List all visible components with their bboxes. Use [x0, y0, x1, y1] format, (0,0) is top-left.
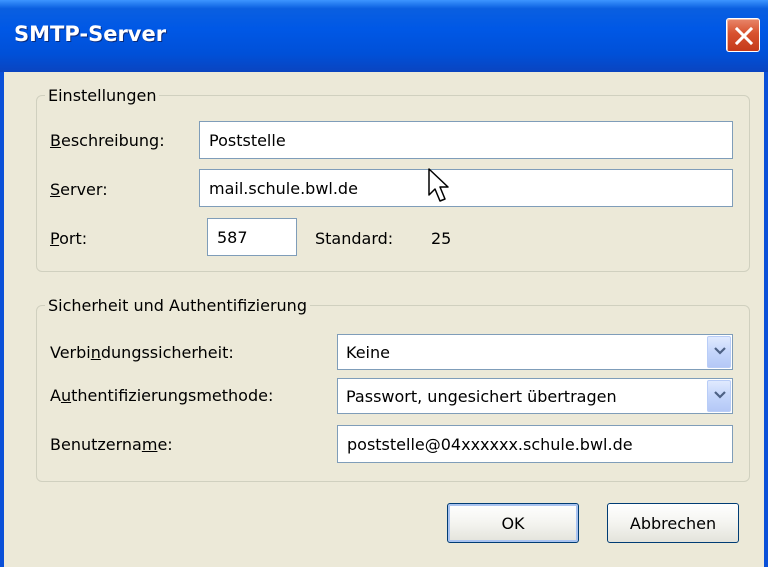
- smtp-server-dialog: SMTP-Server Einstellungen Beschreibung: …: [0, 0, 768, 567]
- close-button[interactable]: [726, 18, 760, 52]
- connection-security-value: Keine: [346, 342, 390, 362]
- server-label: Server:: [50, 180, 108, 199]
- default-port-label: Standard:: [315, 229, 394, 248]
- title-bar[interactable]: SMTP-Server: [0, 0, 768, 72]
- window-frame-left: [0, 72, 4, 567]
- username-value: poststelle@04xxxxxx.schule.bwl.de: [347, 434, 633, 454]
- settings-legend: Einstellungen: [48, 86, 157, 105]
- window-frame-right: [764, 72, 768, 567]
- dialog-title: SMTP-Server: [14, 22, 167, 46]
- default-port-value: 25: [431, 229, 452, 248]
- mouse-cursor-icon: [428, 168, 449, 202]
- username-label: Benutzername:: [50, 435, 173, 454]
- server-field[interactable]: mail.schule.bwl.de: [199, 169, 733, 207]
- cancel-button[interactable]: Abbrechen: [607, 503, 739, 543]
- server-value: mail.schule.bwl.de: [209, 178, 358, 198]
- auth-method-value: Passwort, ungesichert übertragen: [346, 386, 617, 406]
- description-field[interactable]: Poststelle: [199, 121, 733, 159]
- connection-security-label: Verbindungssicherheit:: [50, 343, 234, 362]
- chevron-down-icon: [714, 391, 726, 399]
- port-field[interactable]: 587: [207, 218, 297, 256]
- close-icon: [735, 27, 753, 45]
- ok-button[interactable]: OK: [447, 503, 579, 543]
- connection-security-dropdown-button[interactable]: [707, 336, 731, 368]
- port-value: 587: [217, 227, 248, 247]
- security-legend: Sicherheit und Authentifizierung: [48, 296, 307, 315]
- chevron-down-icon: [714, 347, 726, 355]
- auth-method-dropdown-button[interactable]: [707, 380, 731, 412]
- connection-security-select[interactable]: Keine: [337, 334, 733, 370]
- username-field[interactable]: poststelle@04xxxxxx.schule.bwl.de: [337, 425, 733, 463]
- description-value: Poststelle: [209, 130, 286, 150]
- auth-method-label: Authentifizierungsmethode:: [50, 386, 274, 405]
- auth-method-select[interactable]: Passwort, ungesichert übertragen: [337, 378, 733, 414]
- port-label: Port:: [50, 229, 88, 248]
- description-label: Beschreibung:: [50, 131, 165, 150]
